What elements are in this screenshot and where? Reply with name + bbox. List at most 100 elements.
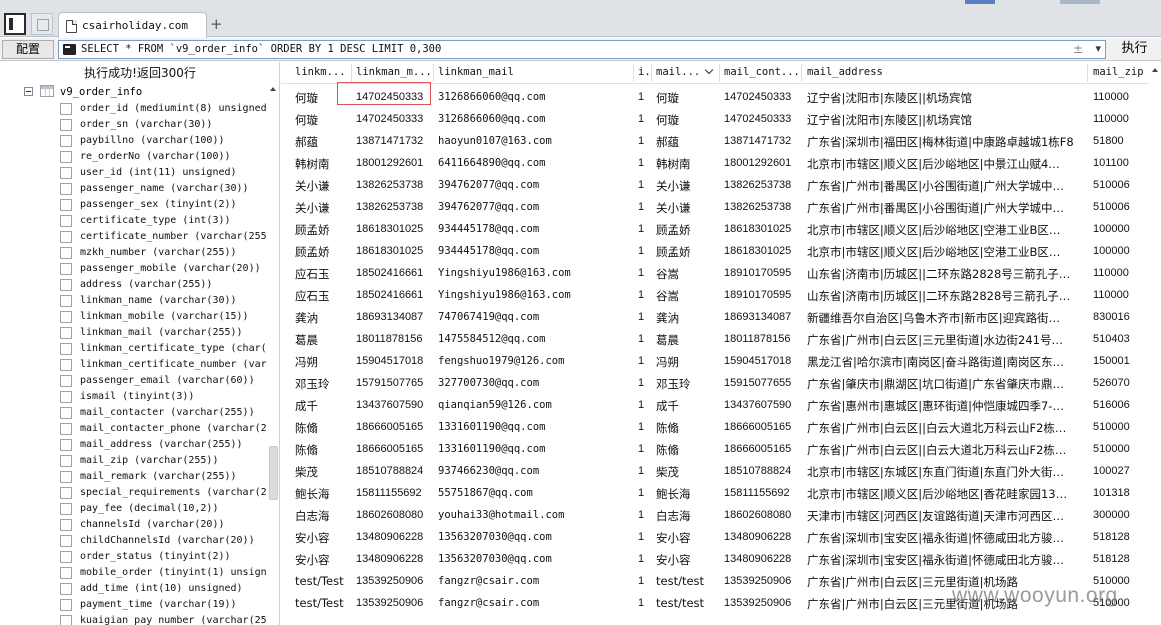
table-cell[interactable]: 顾孟娇	[295, 244, 353, 260]
table-cell[interactable]: 300000	[1093, 509, 1149, 521]
field-checkbox[interactable]	[60, 487, 72, 499]
table-cell[interactable]: 13563207030@qq.com	[438, 531, 636, 543]
table-cell[interactable]: qianqian59@126.com	[438, 399, 636, 411]
table-cell[interactable]: 郝蕴	[656, 134, 720, 150]
table-cell[interactable]: 15915077655	[724, 377, 804, 389]
column-header[interactable]: mail_zip	[1093, 66, 1149, 78]
table-cell[interactable]: 1	[638, 113, 652, 125]
table-cell[interactable]: 394762077@qq.com	[438, 201, 636, 213]
field-checkbox[interactable]	[60, 215, 72, 227]
table-cell[interactable]: 顾孟娇	[656, 222, 720, 238]
field-checkbox[interactable]	[60, 503, 72, 515]
table-cell[interactable]: 柴茂	[656, 464, 720, 480]
table-row[interactable]: 龚汭 18693134087 747067419@qq.com 1 龚汭 18693134…	[281, 306, 1161, 328]
table-cell[interactable]: 327700730@qq.com	[438, 377, 636, 389]
table-cell[interactable]: 13437607590	[724, 399, 804, 411]
table-cell[interactable]: 3126866060@qq.com	[438, 91, 636, 103]
collapse-icon[interactable]	[24, 87, 33, 96]
table-row[interactable]: 邓玉玲 15791507765 327700730@qq.com 1 邓玉玲 159150…	[281, 372, 1161, 394]
table-cell[interactable]: 518128	[1093, 531, 1149, 543]
table-cell[interactable]: 101100	[1093, 157, 1149, 169]
field-checkbox[interactable]	[60, 103, 72, 115]
sort-chevron-icon[interactable]	[706, 67, 714, 75]
table-cell[interactable]: 13480906228	[724, 531, 804, 543]
table-row[interactable]: 冯朔 15904517018 fengshuo1979@126.com 1 冯朔 1590…	[281, 350, 1161, 372]
table-cell[interactable]: youhai33@hotmail.com	[438, 509, 636, 521]
table-cell[interactable]: 郝蕴	[295, 134, 353, 150]
table-cell[interactable]: 应石玉	[295, 266, 353, 282]
table-cell[interactable]: 934445178@qq.com	[438, 245, 636, 257]
column-divider[interactable]	[801, 64, 802, 82]
table-cell[interactable]: 1	[638, 267, 652, 279]
table-cell[interactable]: 关小谦	[656, 178, 720, 194]
table-cell[interactable]: test/Test	[295, 596, 353, 610]
field-checkbox[interactable]	[60, 119, 72, 131]
column-header[interactable]: mail_address	[807, 66, 1089, 78]
table-cell[interactable]: 110000	[1093, 289, 1149, 301]
table-cell[interactable]: 747067419@qq.com	[438, 311, 636, 323]
column-divider[interactable]	[1087, 64, 1088, 82]
table-cell[interactable]: 1	[638, 377, 652, 389]
table-cell[interactable]: 陈翛	[656, 442, 720, 458]
table-cell[interactable]: 1	[638, 179, 652, 191]
table-cell[interactable]: 1	[638, 333, 652, 345]
table-cell[interactable]: 18666005165	[724, 421, 804, 433]
table-cell[interactable]: 18011878156	[724, 333, 804, 345]
table-cell[interactable]: 1	[638, 223, 652, 235]
table-cell[interactable]: 辽宁省|沈阳市|东陵区||机场宾馆	[807, 90, 1089, 106]
field-checkbox[interactable]	[60, 551, 72, 563]
table-row[interactable]: 鲍长海 15811155692 55751867@qq.com 1 鲍长海 1581115…	[281, 482, 1161, 504]
table-cell[interactable]: 510403	[1093, 333, 1149, 345]
table-cell[interactable]: 1	[638, 399, 652, 411]
table-cell[interactable]: 13826253738	[356, 201, 434, 213]
field-checkbox[interactable]	[60, 439, 72, 451]
sql-query-text[interactable]: SELECT * FROM `v9_order_info` ORDER BY 1…	[81, 43, 441, 55]
table-cell[interactable]: 北京市|市辖区|顺义区|后沙峪地区|空港工业B区…	[807, 222, 1089, 238]
table-cell[interactable]: 13480906228	[356, 553, 434, 565]
table-cell[interactable]: 1	[638, 91, 652, 103]
table-cell[interactable]: 13480906228	[356, 531, 434, 543]
table-cell[interactable]: 13871471732	[724, 135, 804, 147]
table-cell[interactable]: fangzr@csair.com	[438, 575, 636, 587]
table-cell[interactable]: 13826253738	[724, 201, 804, 213]
table-cell[interactable]: 邓玉玲	[656, 376, 720, 392]
table-cell[interactable]: 谷嵩	[656, 266, 720, 282]
table-row[interactable]: 何璇 14702450333 3126866060@qq.com 1 何璇 1470245…	[281, 108, 1161, 130]
table-cell[interactable]: 934445178@qq.com	[438, 223, 636, 235]
table-cell[interactable]: 18510788824	[724, 465, 804, 477]
table-cell[interactable]: 成千	[295, 398, 353, 414]
table-cell[interactable]: 白志海	[656, 508, 720, 524]
table-cell[interactable]: 510006	[1093, 179, 1149, 191]
table-cell[interactable]: 柴茂	[295, 464, 353, 480]
scroll-thumb[interactable]	[269, 446, 278, 500]
field-checkbox[interactable]	[60, 295, 72, 307]
field-checkbox[interactable]	[60, 231, 72, 243]
table-row[interactable]: 郝蕴 13871471732 haoyun0107@163.com 1 郝蕴 138714…	[281, 130, 1161, 152]
table-cell[interactable]: 3126866060@qq.com	[438, 113, 636, 125]
table-name[interactable]: v9_order_info	[60, 86, 142, 98]
table-cell[interactable]: 13539250906	[724, 597, 804, 609]
table-cell[interactable]: 110000	[1093, 113, 1149, 125]
table-cell[interactable]: 天津市|市辖区|河西区|友谊路街道|天津市河西区…	[807, 508, 1089, 524]
table-cell[interactable]: 526070	[1093, 377, 1149, 389]
table-cell[interactable]: 18693134087	[724, 311, 804, 323]
table-cell[interactable]: 山东省|济南市|历城区||二环东路2828号三箭孔子…	[807, 266, 1089, 282]
table-cell[interactable]: 14702450333	[356, 113, 434, 125]
table-cell[interactable]: 150001	[1093, 355, 1149, 367]
panel-toggle-icon[interactable]	[4, 13, 26, 35]
table-cell[interactable]: 新疆维吾尔自治区|乌鲁木齐市|新市区|迎宾路街…	[807, 310, 1089, 326]
table-cell[interactable]: 1	[638, 157, 652, 169]
table-cell[interactable]: 15791507765	[356, 377, 434, 389]
table-cell[interactable]: 830016	[1093, 311, 1149, 323]
table-cell[interactable]: 1475584512@qq.com	[438, 333, 636, 345]
table-cell[interactable]: 14702450333	[724, 91, 804, 103]
table-cell[interactable]: 北京市|市辖区|东城区|东直门街道|东直门外大街…	[807, 464, 1089, 480]
table-cell[interactable]: 18602608080	[724, 509, 804, 521]
table-cell[interactable]: 黑龙江省|哈尔滨市|南岗区|奋斗路街道|南岗区东…	[807, 354, 1089, 370]
table-cell[interactable]: 510000	[1093, 421, 1149, 433]
field-checkbox[interactable]	[60, 615, 72, 625]
table-cell[interactable]: 鲍长海	[656, 486, 720, 502]
table-cell[interactable]: 1	[638, 575, 652, 587]
table-cell[interactable]: 18602608080	[356, 509, 434, 521]
table-cell[interactable]: 冯朔	[656, 354, 720, 370]
